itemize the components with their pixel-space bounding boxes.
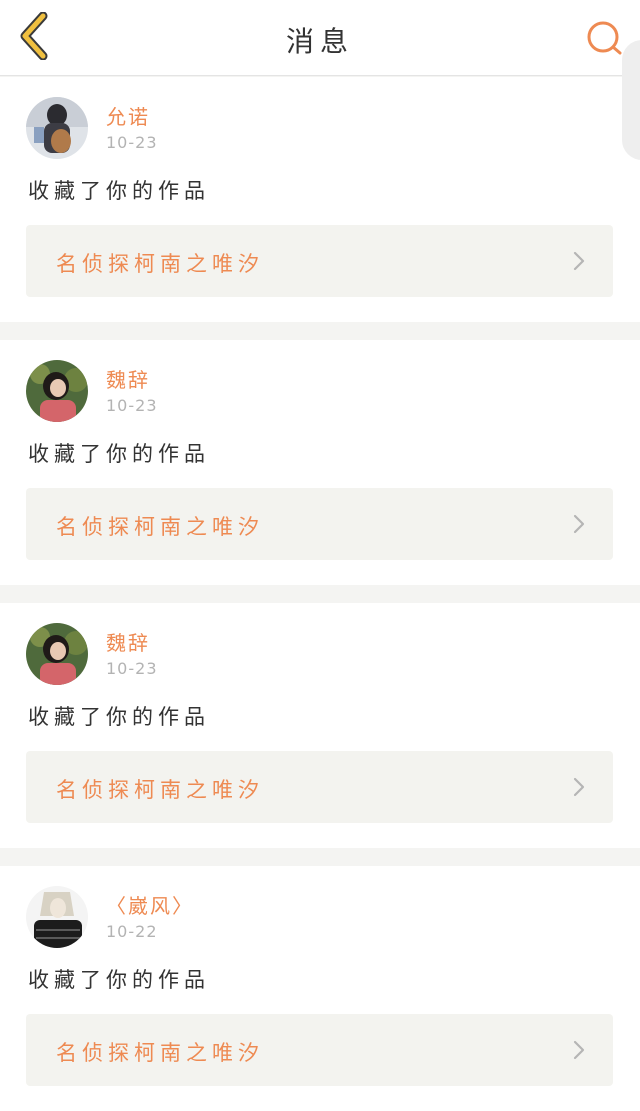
work-link[interactable]: 名侦探柯南之唯汐 <box>26 1014 613 1086</box>
action-text: 收藏了你的作品 <box>28 179 210 203</box>
message-card: 魏辞 10-23 收藏了你的作品 名侦探柯南之唯汐 <box>0 603 640 848</box>
timestamp: 10-23 <box>106 396 158 415</box>
message-card: 允诺 10-23 收藏了你的作品 名侦探柯南之唯汐 <box>0 77 640 322</box>
action-text: 收藏了你的作品 <box>28 705 210 729</box>
username[interactable]: 〈崴风〉 <box>106 890 194 919</box>
work-title: 名侦探柯南之唯汐 <box>56 778 264 802</box>
username[interactable]: 魏辞 <box>106 364 150 393</box>
work-title: 名侦探柯南之唯汐 <box>56 515 264 539</box>
avatar[interactable] <box>26 886 88 948</box>
search-button[interactable] <box>582 18 626 62</box>
chevron-right-icon <box>573 777 585 797</box>
floating-edge-handle[interactable] <box>622 40 640 160</box>
timestamp: 10-23 <box>106 133 158 152</box>
work-title: 名侦探柯南之唯汐 <box>56 1041 264 1065</box>
username[interactable]: 允诺 <box>106 101 150 130</box>
avatar[interactable] <box>26 360 88 422</box>
top-nav-bar: 消息 <box>0 0 640 76</box>
message-card: 魏辞 10-23 收藏了你的作品 名侦探柯南之唯汐 <box>0 340 640 585</box>
action-text: 收藏了你的作品 <box>28 442 210 466</box>
avatar[interactable] <box>26 97 88 159</box>
username[interactable]: 魏辞 <box>106 627 150 656</box>
work-link[interactable]: 名侦探柯南之唯汐 <box>26 751 613 823</box>
chevron-right-icon <box>573 251 585 271</box>
work-title: 名侦探柯南之唯汐 <box>56 252 264 276</box>
message-card: 〈崴风〉 10-22 收藏了你的作品 名侦探柯南之唯汐 <box>0 866 640 1111</box>
action-text: 收藏了你的作品 <box>28 968 210 992</box>
chevron-right-icon <box>573 514 585 534</box>
timestamp: 10-23 <box>106 659 158 678</box>
avatar[interactable] <box>26 623 88 685</box>
page-title: 消息 <box>285 25 354 58</box>
chevron-right-icon <box>573 1040 585 1060</box>
timestamp: 10-22 <box>106 922 158 941</box>
work-link[interactable]: 名侦探柯南之唯汐 <box>26 225 613 297</box>
work-link[interactable]: 名侦探柯南之唯汐 <box>26 488 613 560</box>
search-icon <box>584 18 624 62</box>
